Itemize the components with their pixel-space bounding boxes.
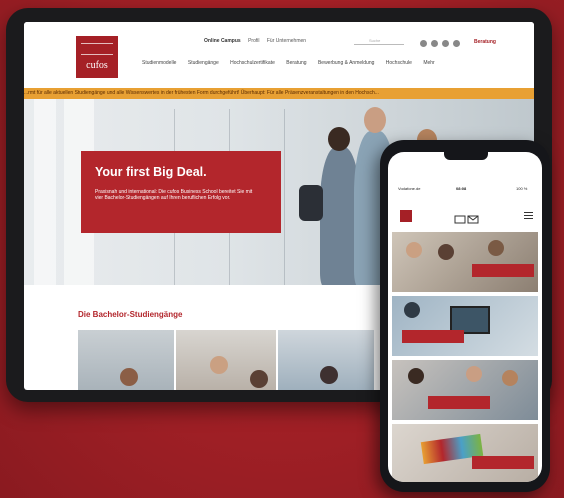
social-icon[interactable] xyxy=(442,40,449,47)
site-logo[interactable]: cufos xyxy=(76,36,118,78)
util-link-profil[interactable]: Profil xyxy=(248,38,259,44)
site-header: cufos Online Campus Profil Für Unternehm… xyxy=(24,22,534,88)
phone-device: Vodafone.de 08:08 100 % xyxy=(380,140,550,492)
card-person xyxy=(406,242,422,258)
hero-person-head xyxy=(328,127,350,151)
logo-text: cufos xyxy=(86,60,108,71)
program-card[interactable] xyxy=(392,424,538,482)
program-card[interactable] xyxy=(392,360,538,420)
card-person xyxy=(488,240,504,256)
util-link-unternehmen[interactable]: Für Unternehmen xyxy=(267,38,306,44)
program-card[interactable] xyxy=(392,296,538,356)
search-underline xyxy=(354,44,404,45)
card-label xyxy=(402,330,464,343)
card-person xyxy=(408,368,424,384)
program-card[interactable] xyxy=(392,232,538,292)
utility-nav: Online Campus Profil Für Unternehmen xyxy=(204,38,312,44)
carrier: Vodafone.de xyxy=(398,186,421,191)
nav-item-hochschule[interactable]: Hochschule xyxy=(386,60,412,66)
nav-item-mehr[interactable]: Mehr xyxy=(423,60,434,66)
hero-glass-line xyxy=(284,109,285,285)
mobile-header-icons xyxy=(454,211,480,229)
social-icon[interactable] xyxy=(453,40,460,47)
hero-title: Your first Big Deal. xyxy=(95,165,207,179)
util-link-online-campus[interactable]: Online Campus xyxy=(204,38,241,44)
nav-item-zertifikate[interactable]: Hochschulzertifikate xyxy=(230,60,275,66)
hero-pillar xyxy=(34,99,56,285)
card-person xyxy=(502,370,518,386)
hero-teaser[interactable]: Your first Big Deal. Praxisnah und inter… xyxy=(81,151,281,233)
ticker-text: ...rmt für alle aktuellen Studiengänge u… xyxy=(24,90,379,96)
backpack xyxy=(299,185,323,221)
card-person xyxy=(466,366,482,382)
clock: 08:08 xyxy=(456,186,467,191)
beratung-link[interactable]: Beratung xyxy=(474,39,496,45)
card-label xyxy=(472,456,534,469)
section-title: Die Bachelor-Studiengänge xyxy=(78,310,183,319)
card-label xyxy=(472,264,534,277)
social-icon[interactable] xyxy=(420,40,427,47)
logo-emblem xyxy=(81,43,113,55)
main-nav: Studienmodelle Studiengänge Hochschulzer… xyxy=(142,60,445,66)
program-person xyxy=(250,370,268,388)
nav-item-studienmodelle[interactable]: Studienmodelle xyxy=(142,60,176,66)
mail-icon[interactable] xyxy=(454,214,480,224)
card-person xyxy=(404,302,420,318)
menu-icon[interactable] xyxy=(524,212,533,221)
social-icon[interactable] xyxy=(431,40,438,47)
carousel-dots[interactable] xyxy=(282,277,306,285)
program-person xyxy=(320,366,338,384)
card-label xyxy=(428,396,490,409)
nav-item-studiengaenge[interactable]: Studiengänge xyxy=(188,60,219,66)
program-person xyxy=(210,356,228,374)
hero-person-head xyxy=(364,107,386,133)
nav-item-beratung[interactable]: Beratung xyxy=(286,60,306,66)
search-input[interactable]: Suche xyxy=(369,38,380,43)
phone-screen: Vodafone.de 08:08 100 % xyxy=(388,152,542,482)
news-ticker[interactable]: ...rmt für alle aktuellen Studiengänge u… xyxy=(24,88,534,99)
card-person xyxy=(438,244,454,260)
hero-text: Praxisnah und international: Die cufos B… xyxy=(95,189,253,201)
mobile-logo[interactable] xyxy=(400,210,412,222)
battery: 100 % xyxy=(516,186,528,191)
program-person xyxy=(120,368,138,386)
phone-notch xyxy=(444,152,488,160)
nav-item-bewerbung[interactable]: Bewerbung & Anmeldung xyxy=(318,60,374,66)
